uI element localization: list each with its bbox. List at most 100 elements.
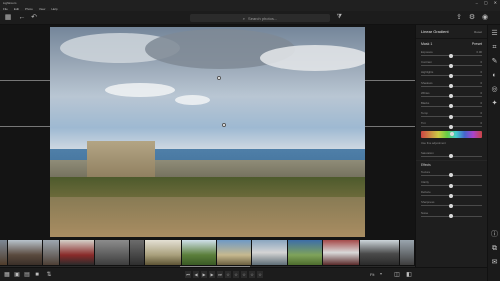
mask-row[interactable]: Mask 1 Preset [416, 39, 487, 49]
slider-knob[interactable] [449, 193, 453, 198]
slider-knob[interactable] [449, 154, 453, 159]
slider-knob[interactable] [449, 114, 453, 119]
gradient-pin-center[interactable] [222, 123, 226, 127]
image-canvas[interactable] [0, 25, 415, 240]
effects-title: Effects [421, 162, 431, 167]
mask-preset[interactable]: Preset [472, 42, 482, 46]
slider-knob[interactable] [449, 94, 453, 99]
grid-icon[interactable]: ▦ [4, 14, 12, 22]
maximize-icon[interactable]: ▢ [484, 0, 488, 5]
undo-icon[interactable]: ↶ [30, 14, 38, 22]
star-5-icon[interactable]: ☆ [257, 271, 263, 278]
edit-icon[interactable]: ☰ [490, 29, 499, 38]
slider-knob[interactable] [449, 173, 453, 178]
thumbnail[interactable] [43, 240, 60, 265]
star-1-icon[interactable]: ☆ [225, 271, 231, 278]
slider-blacks[interactable]: Blacks 0 [416, 100, 487, 110]
search-placeholder: Search photos... [248, 15, 278, 21]
thumbnail[interactable] [8, 240, 43, 265]
menu-file[interactable]: File [3, 7, 8, 11]
slider-noise[interactable]: Noise [416, 210, 487, 220]
sort-icon[interactable]: ⇅ [45, 271, 53, 279]
comment-icon[interactable]: ✉ [490, 258, 499, 267]
thumbnail[interactable] [0, 240, 8, 265]
healing-icon[interactable]: ✎ [490, 57, 499, 66]
slider-texture[interactable]: Texture [416, 169, 487, 179]
thumbnail[interactable] [130, 240, 145, 265]
slider-knob[interactable] [449, 124, 453, 129]
grid-view-icon[interactable]: ▦ [3, 271, 11, 279]
before-after-icon[interactable]: ◧ [405, 271, 413, 279]
reset-button[interactable]: Reset [474, 30, 482, 34]
filter-icon[interactable]: ⧩ [337, 14, 342, 21]
next-icon[interactable]: ▶ [209, 271, 215, 278]
info-icon[interactable]: ⓘ [490, 230, 499, 239]
menu-edit[interactable]: Edit [14, 7, 19, 11]
search-input[interactable]: ⌕ Search photos... ⧩ [190, 14, 342, 22]
slider-whites[interactable]: Whites 0 [416, 90, 487, 100]
slider-sharpness[interactable]: Sharpness [416, 199, 487, 209]
minimize-icon[interactable]: – [476, 0, 478, 5]
vegetation [50, 177, 365, 197]
thumbnail[interactable] [217, 240, 252, 265]
hue-knob[interactable] [450, 132, 454, 136]
slider-knob[interactable] [449, 214, 453, 219]
slider-knob[interactable] [449, 104, 453, 109]
slider-knob[interactable] [449, 73, 453, 78]
slider-knob[interactable] [449, 84, 453, 89]
redeye-icon[interactable]: ◎ [490, 85, 499, 94]
slider-knob[interactable] [449, 183, 453, 188]
thumbnail[interactable] [145, 240, 182, 265]
slider-highlights[interactable]: Highlights 0 [416, 69, 487, 79]
presets-icon[interactable]: ✦ [490, 99, 499, 108]
crop-icon[interactable]: ⌗ [490, 43, 499, 52]
star-3-icon[interactable]: ☆ [241, 271, 247, 278]
account-icon[interactable]: ◉ [481, 14, 489, 22]
menu-photo[interactable]: Photo [25, 7, 33, 11]
gradient-pin-top[interactable] [217, 76, 221, 80]
slider-knob[interactable] [449, 203, 453, 208]
versions-icon[interactable]: ⧉ [490, 244, 499, 253]
prev-icon[interactable]: ◀ [193, 271, 199, 278]
thumbnail[interactable] [60, 240, 95, 265]
thumbnail[interactable] [360, 240, 400, 265]
slider-contrast[interactable]: Contrast 0 [416, 59, 487, 69]
thumbnail[interactable] [323, 240, 360, 265]
slider-clarity[interactable]: Clarity [416, 179, 487, 189]
share-icon[interactable]: ⇪ [455, 14, 463, 22]
slider-temp[interactable]: Temp 0 [416, 110, 487, 120]
slider-dehaze[interactable]: Dehaze [416, 189, 487, 199]
slider-tint[interactable]: Tint 0 [416, 120, 487, 130]
thumbnail[interactable] [288, 240, 323, 265]
thumbnail[interactable] [182, 240, 217, 265]
last-icon[interactable]: ⏭ [217, 271, 223, 278]
slider-knob[interactable] [449, 63, 453, 68]
slider-knob[interactable] [449, 53, 453, 58]
thumbnail[interactable] [95, 240, 130, 265]
first-icon[interactable]: ⏮ [185, 271, 191, 278]
hue-fine-row[interactable]: Use fine adjustment [416, 140, 487, 150]
slider-saturation[interactable]: Saturation [416, 150, 487, 160]
masking-icon[interactable]: ◐ [490, 71, 499, 80]
adjust-icon[interactable]: ⚙ [468, 14, 476, 22]
slider-shadows[interactable]: Shadows 0 [416, 80, 487, 90]
hue-fine-label[interactable]: Use fine adjustment [421, 141, 446, 145]
detail-view-icon[interactable]: ■ [33, 271, 41, 279]
star-2-icon[interactable]: ☆ [233, 271, 239, 278]
thumbnail[interactable] [400, 240, 415, 265]
play-icon[interactable]: ▶ [201, 271, 207, 278]
menu-help[interactable]: Help [51, 7, 57, 11]
compare-icon[interactable]: ◫ [393, 271, 401, 279]
filmstrip-view-icon[interactable]: ▤ [23, 271, 31, 279]
close-icon[interactable]: ✕ [494, 0, 497, 5]
menu-view[interactable]: View [39, 7, 45, 11]
square-grid-icon[interactable]: ▣ [13, 271, 21, 279]
slider-exposure[interactable]: Exposure 0.00 [416, 49, 487, 59]
zoom-level[interactable]: Fit [370, 272, 374, 277]
star-4-icon[interactable]: ☆ [249, 271, 255, 278]
chevron-down-icon[interactable]: ▾ [380, 271, 382, 276]
thumbnail-selected[interactable] [252, 240, 288, 265]
back-icon[interactable]: ← [18, 14, 26, 22]
effects-section-header[interactable]: Effects [416, 159, 487, 169]
hue-strip-row[interactable] [416, 130, 487, 140]
